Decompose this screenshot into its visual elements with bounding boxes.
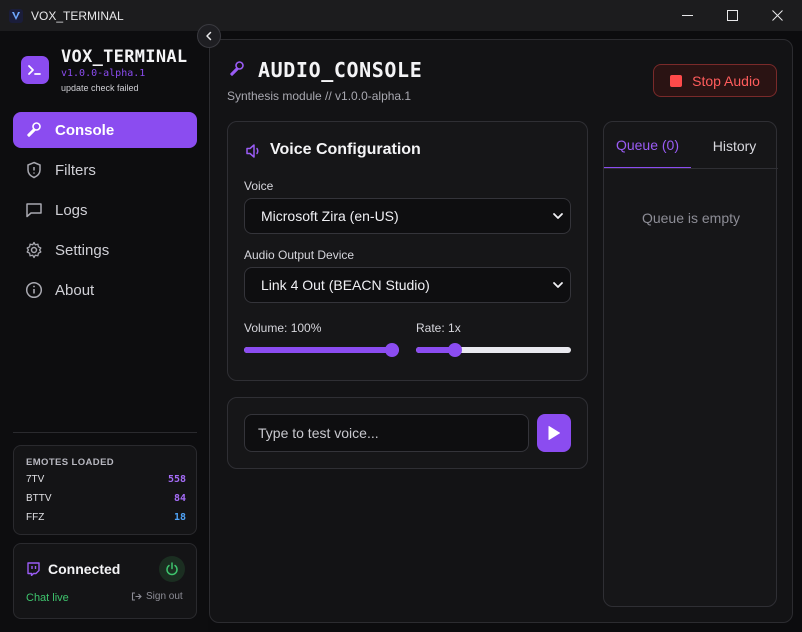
audio-device-select[interactable]: Link 4 Out (BEACN Studio) xyxy=(244,267,571,303)
sidebar: VOX_TERMINAL v1.0.0-alpha.1 update check… xyxy=(0,31,208,632)
volume-label: Volume: 100% xyxy=(244,321,322,335)
nav-label: Console xyxy=(55,121,115,139)
mic-icon xyxy=(230,61,244,76)
emotes-panel: EMOTES LOADED 7TV 558 BTTV 84 FFZ 18 xyxy=(13,445,197,535)
slider-thumb[interactable] xyxy=(448,343,463,357)
test-voice-placeholder: Type to test voice... xyxy=(258,425,379,441)
slider-fill xyxy=(244,347,392,353)
emote-row-ffz: FFZ 18 xyxy=(26,512,186,526)
close-button[interactable] xyxy=(754,0,800,31)
chevron-left-icon xyxy=(206,31,212,41)
sign-out-label: Sign out xyxy=(146,591,183,602)
chevron-down-icon xyxy=(553,282,563,288)
page-title: AUDIO_CONSOLE xyxy=(258,58,423,82)
nav-label: Settings xyxy=(55,241,110,259)
tab-divider xyxy=(604,168,778,169)
tab-history[interactable]: History xyxy=(691,122,778,169)
emotes-header: EMOTES LOADED xyxy=(26,457,115,468)
info-icon xyxy=(25,281,43,299)
twitch-icon xyxy=(27,562,40,576)
mic-icon xyxy=(25,121,43,139)
test-voice-input[interactable]: Type to test voice... xyxy=(244,414,529,452)
voice-select[interactable]: Microsoft Zira (en-US) xyxy=(244,198,571,234)
collapse-sidebar-button[interactable] xyxy=(197,24,221,48)
nav-item-about[interactable]: About xyxy=(13,272,197,308)
emote-provider: BTTV xyxy=(26,493,52,504)
chevron-down-icon xyxy=(553,213,563,219)
nav-label: Logs xyxy=(55,201,88,219)
sign-out-link[interactable]: Sign out xyxy=(131,591,183,602)
minimize-button[interactable] xyxy=(664,0,710,31)
nav-item-filters[interactable]: Filters xyxy=(13,152,197,188)
main-panel: AUDIO_CONSOLE Synthesis module // v1.0.0… xyxy=(209,39,793,623)
audio-device-value: Link 4 Out (BEACN Studio) xyxy=(261,277,430,293)
window-title: VOX_TERMINAL xyxy=(31,8,124,23)
play-test-button[interactable] xyxy=(537,414,571,452)
tab-queue[interactable]: Queue (0) xyxy=(604,122,691,169)
terminal-icon xyxy=(21,56,49,84)
emote-count: 84 xyxy=(173,493,186,504)
volume-slider[interactable] xyxy=(244,342,399,358)
stop-audio-button[interactable]: Stop Audio xyxy=(653,64,777,97)
emote-row-bttv: BTTV 84 xyxy=(26,493,186,507)
voice-select-value: Microsoft Zira (en-US) xyxy=(261,208,399,224)
nav-item-console[interactable]: Console xyxy=(13,112,197,148)
voice-config-card: Voice Configuration Voice Microsoft Zira… xyxy=(227,121,588,381)
chat-live-status: Chat live xyxy=(26,592,69,604)
voice-label: Voice xyxy=(244,179,274,193)
emote-row-7tv: 7TV 558 xyxy=(26,474,186,488)
nav-label: About xyxy=(55,281,95,299)
speaker-icon xyxy=(246,144,259,158)
nav-label: Filters xyxy=(55,161,96,179)
connection-status: Connected xyxy=(48,561,121,577)
emote-provider: 7TV xyxy=(26,474,45,485)
brand-name: VOX_TERMINAL xyxy=(61,47,188,67)
update-status: update check failed xyxy=(61,83,139,93)
app-logo-icon xyxy=(9,8,23,23)
power-icon xyxy=(166,562,178,576)
stop-icon xyxy=(670,74,683,87)
connection-panel: Connected Chat live Sign out xyxy=(13,543,197,619)
stop-audio-label: Stop Audio xyxy=(692,72,760,89)
power-button[interactable] xyxy=(159,556,185,582)
message-square-icon xyxy=(25,201,43,219)
test-voice-card: Type to test voice... xyxy=(227,397,588,469)
queue-empty-text: Queue is empty xyxy=(641,210,741,226)
play-icon xyxy=(548,426,560,440)
log-out-icon xyxy=(131,592,142,601)
sidebar-divider xyxy=(13,432,197,433)
queue-card: Queue (0) History Queue is empty xyxy=(603,121,778,607)
title-bar: VOX_TERMINAL xyxy=(0,0,802,31)
emote-provider: FFZ xyxy=(26,512,45,523)
rate-slider[interactable] xyxy=(416,342,571,358)
nav-item-logs[interactable]: Logs xyxy=(13,192,197,228)
slider-thumb[interactable] xyxy=(385,343,399,357)
emote-count: 18 xyxy=(173,512,186,523)
device-label: Audio Output Device xyxy=(244,248,355,262)
brand-version: v1.0.0-alpha.1 xyxy=(61,68,146,79)
nav-item-settings[interactable]: Settings xyxy=(13,232,197,268)
maximize-button[interactable] xyxy=(709,0,755,31)
voice-config-title: Voice Configuration xyxy=(270,141,421,158)
gear-icon xyxy=(25,241,43,259)
page-subtitle: Synthesis module // v1.0.0-alpha.1 xyxy=(227,89,412,103)
shield-icon xyxy=(25,161,43,179)
emote-count: 558 xyxy=(167,474,186,485)
rate-label: Rate: 1x xyxy=(416,321,461,335)
